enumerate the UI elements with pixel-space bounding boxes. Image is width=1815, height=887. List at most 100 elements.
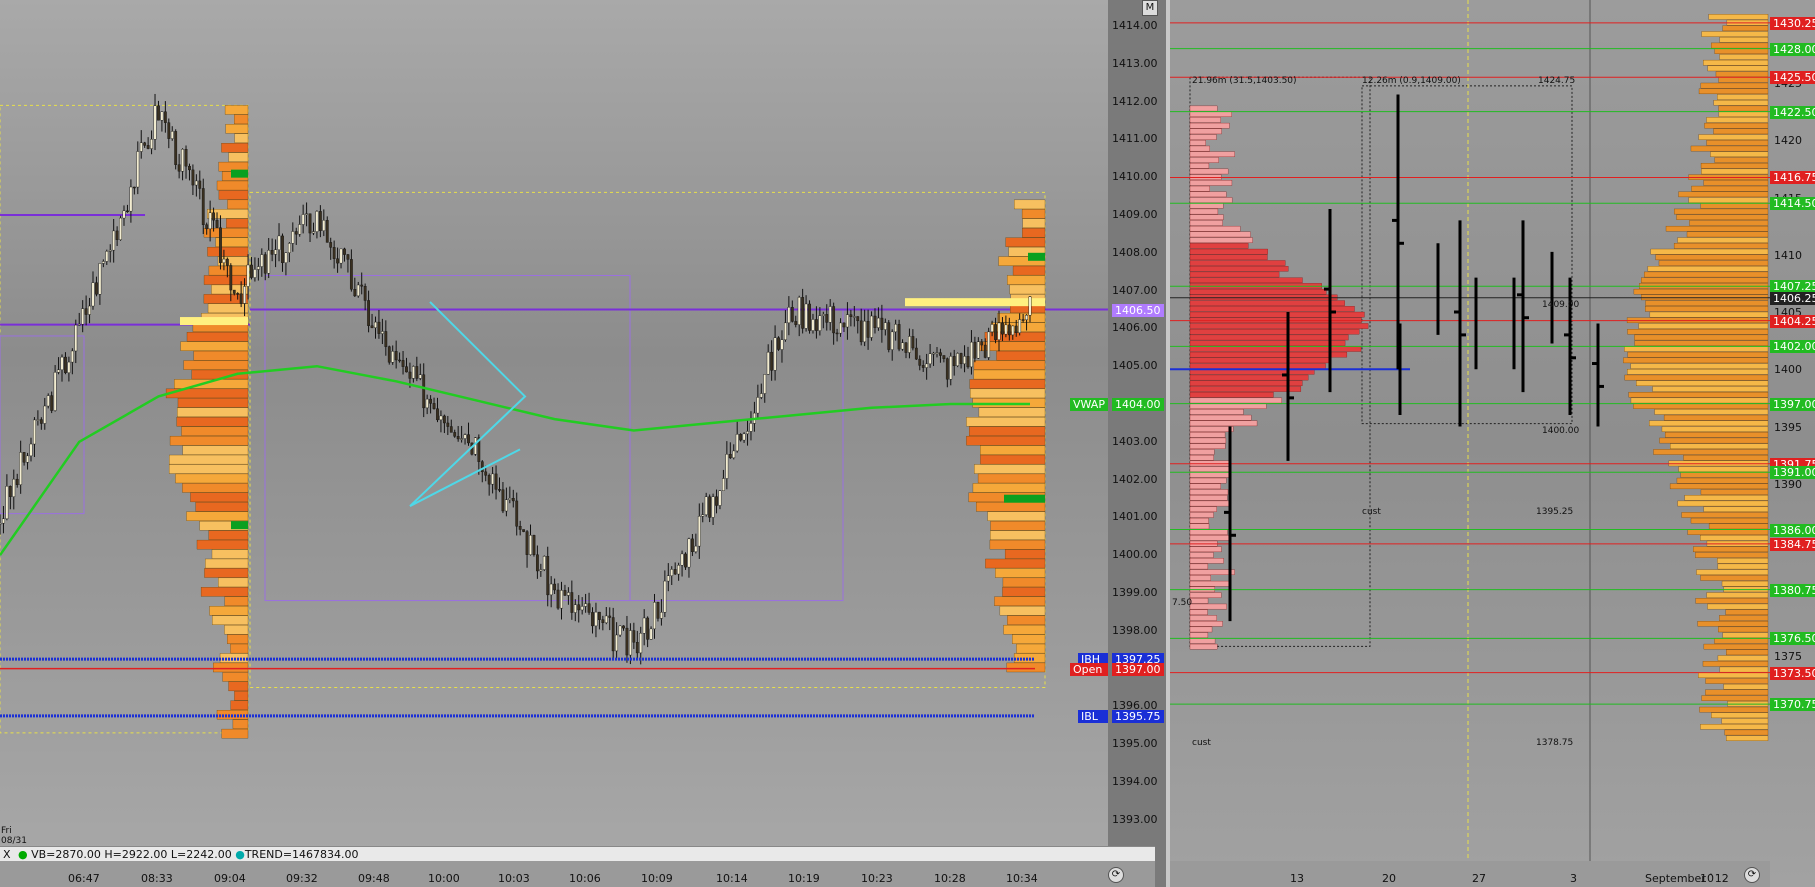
profile-bar-orange — [1705, 689, 1769, 696]
time-tick-label: 10:00 — [428, 872, 460, 885]
level-price-tag: 1406.50 — [1112, 303, 1164, 317]
time-tick-label: 10:28 — [934, 872, 966, 885]
profile-bar — [212, 615, 249, 625]
profile-bar — [966, 417, 1046, 427]
profile-bar-red — [1189, 197, 1233, 203]
profile-bar — [175, 473, 249, 484]
right-level-tag: 1416.75 — [1770, 171, 1815, 185]
profile-bar — [218, 577, 249, 588]
candle-body — [487, 475, 491, 485]
profile-bar — [980, 454, 1046, 465]
profile-bar-red — [1189, 145, 1210, 152]
profile-bar-orange — [1677, 500, 1769, 507]
candle-body — [329, 242, 333, 248]
candle-body — [0, 522, 2, 525]
profile-bar-red — [1189, 409, 1244, 415]
profile-bar-orange — [1718, 105, 1769, 112]
profile-bar — [973, 369, 1046, 380]
profile-bar — [168, 464, 249, 474]
candle-body — [201, 188, 205, 225]
candle-body — [363, 286, 367, 301]
candle-body — [987, 331, 991, 358]
candle-body — [305, 213, 308, 215]
candle-body — [101, 261, 105, 264]
candle-body — [1021, 319, 1025, 321]
profile-bar-red — [1189, 386, 1302, 392]
profile-bar — [1007, 615, 1046, 625]
profile-bar-red — [1189, 403, 1267, 409]
intraday-chart-svg[interactable] — [0, 0, 1108, 887]
profile-bar-orange — [1706, 117, 1769, 123]
candle-body — [312, 231, 315, 234]
candle-body — [859, 320, 863, 343]
profile-bar-orange — [1695, 552, 1769, 558]
candle-body — [653, 602, 656, 630]
profile-bar — [996, 350, 1046, 361]
poc-highlight-2 — [905, 298, 1045, 307]
right-price-axis[interactable]: 1425142014151410140514001395139013751430… — [1768, 0, 1815, 860]
profile-bar-red — [1189, 225, 1241, 232]
profile-bar — [221, 728, 249, 739]
profile-bar-red — [1189, 311, 1365, 318]
candle-body — [856, 316, 860, 322]
profile-bar-red — [1189, 185, 1210, 192]
left-price-axis[interactable]: 1414.00 1413.00 1412.00 1411.00 1410.00 1409.… — [1108, 0, 1166, 850]
date-axis[interactable]: 13 20 27 3 September `12 10 — [1170, 861, 1770, 887]
profile-bar-orange — [1714, 638, 1769, 644]
profile-bar-red — [1189, 334, 1349, 341]
profile-bar — [208, 265, 249, 276]
candle-body — [229, 265, 233, 291]
profile-bar-red — [1189, 414, 1252, 421]
candle-body — [232, 289, 236, 294]
candle-body — [828, 306, 832, 323]
candle-body — [322, 220, 326, 231]
close-x-button[interactable]: X — [3, 848, 11, 861]
profile-bar — [1021, 209, 1046, 219]
candle-body — [291, 231, 295, 244]
right-level-tag: 1430.25 — [1770, 16, 1815, 30]
profile-bar-orange — [1701, 31, 1769, 37]
profile-bar-orange — [1665, 225, 1769, 232]
candle-body — [635, 642, 639, 654]
candle-body — [339, 248, 343, 264]
candle-body — [532, 535, 536, 555]
profile-bar-orange — [1645, 306, 1769, 312]
profile-bar-red — [1189, 391, 1274, 398]
profile-chart-pane[interactable]: 21.96m (31.5,1403.50) 12.26m (0.9,1409.0… — [1170, 0, 1815, 887]
profile-bar — [974, 464, 1046, 474]
profile-bar-orange — [1670, 443, 1769, 449]
candle-body — [384, 331, 388, 347]
refresh-icon[interactable]: ⟳ — [1108, 867, 1124, 883]
candle-body — [177, 164, 181, 172]
candle-body — [2, 518, 5, 524]
candle-body — [780, 339, 784, 350]
annotation-volume-1: 21.96m (31.5,1403.50) — [1192, 76, 1297, 86]
candle-body — [877, 317, 880, 328]
candle-body — [153, 105, 157, 140]
candle-body — [394, 351, 398, 361]
candle-body — [401, 360, 405, 367]
candle-body — [660, 612, 663, 619]
profile-bar-red — [1189, 466, 1230, 472]
maximize-button[interactable]: M — [1142, 0, 1158, 16]
profile-bar — [180, 341, 249, 351]
candle-body — [77, 323, 81, 326]
profile-bar — [234, 114, 249, 125]
candle-body — [711, 496, 715, 518]
annotation-cust-2: cust — [1192, 738, 1211, 748]
intraday-chart-pane[interactable]: Fri 08/31 VWAP IBH Open IBL — [0, 0, 1108, 887]
candle-body — [925, 363, 929, 368]
candle-body — [219, 227, 222, 263]
candle-body — [697, 516, 701, 547]
trend-dot-icon: ● — [235, 848, 245, 861]
time-axis[interactable]: 06:47 08:33 09:04 09:32 09:48 10:00 10:03 10:06… — [0, 861, 1155, 887]
profile-box-2 — [1361, 85, 1573, 425]
profile-chart-svg[interactable] — [1170, 0, 1815, 887]
candle-body — [832, 306, 836, 334]
candle-body — [15, 478, 19, 485]
candle-body — [146, 145, 150, 149]
candle-body — [535, 554, 539, 572]
refresh-icon-right[interactable]: ⟳ — [1744, 867, 1760, 883]
candle-body — [811, 319, 815, 331]
profile-bar-red — [1189, 437, 1227, 444]
